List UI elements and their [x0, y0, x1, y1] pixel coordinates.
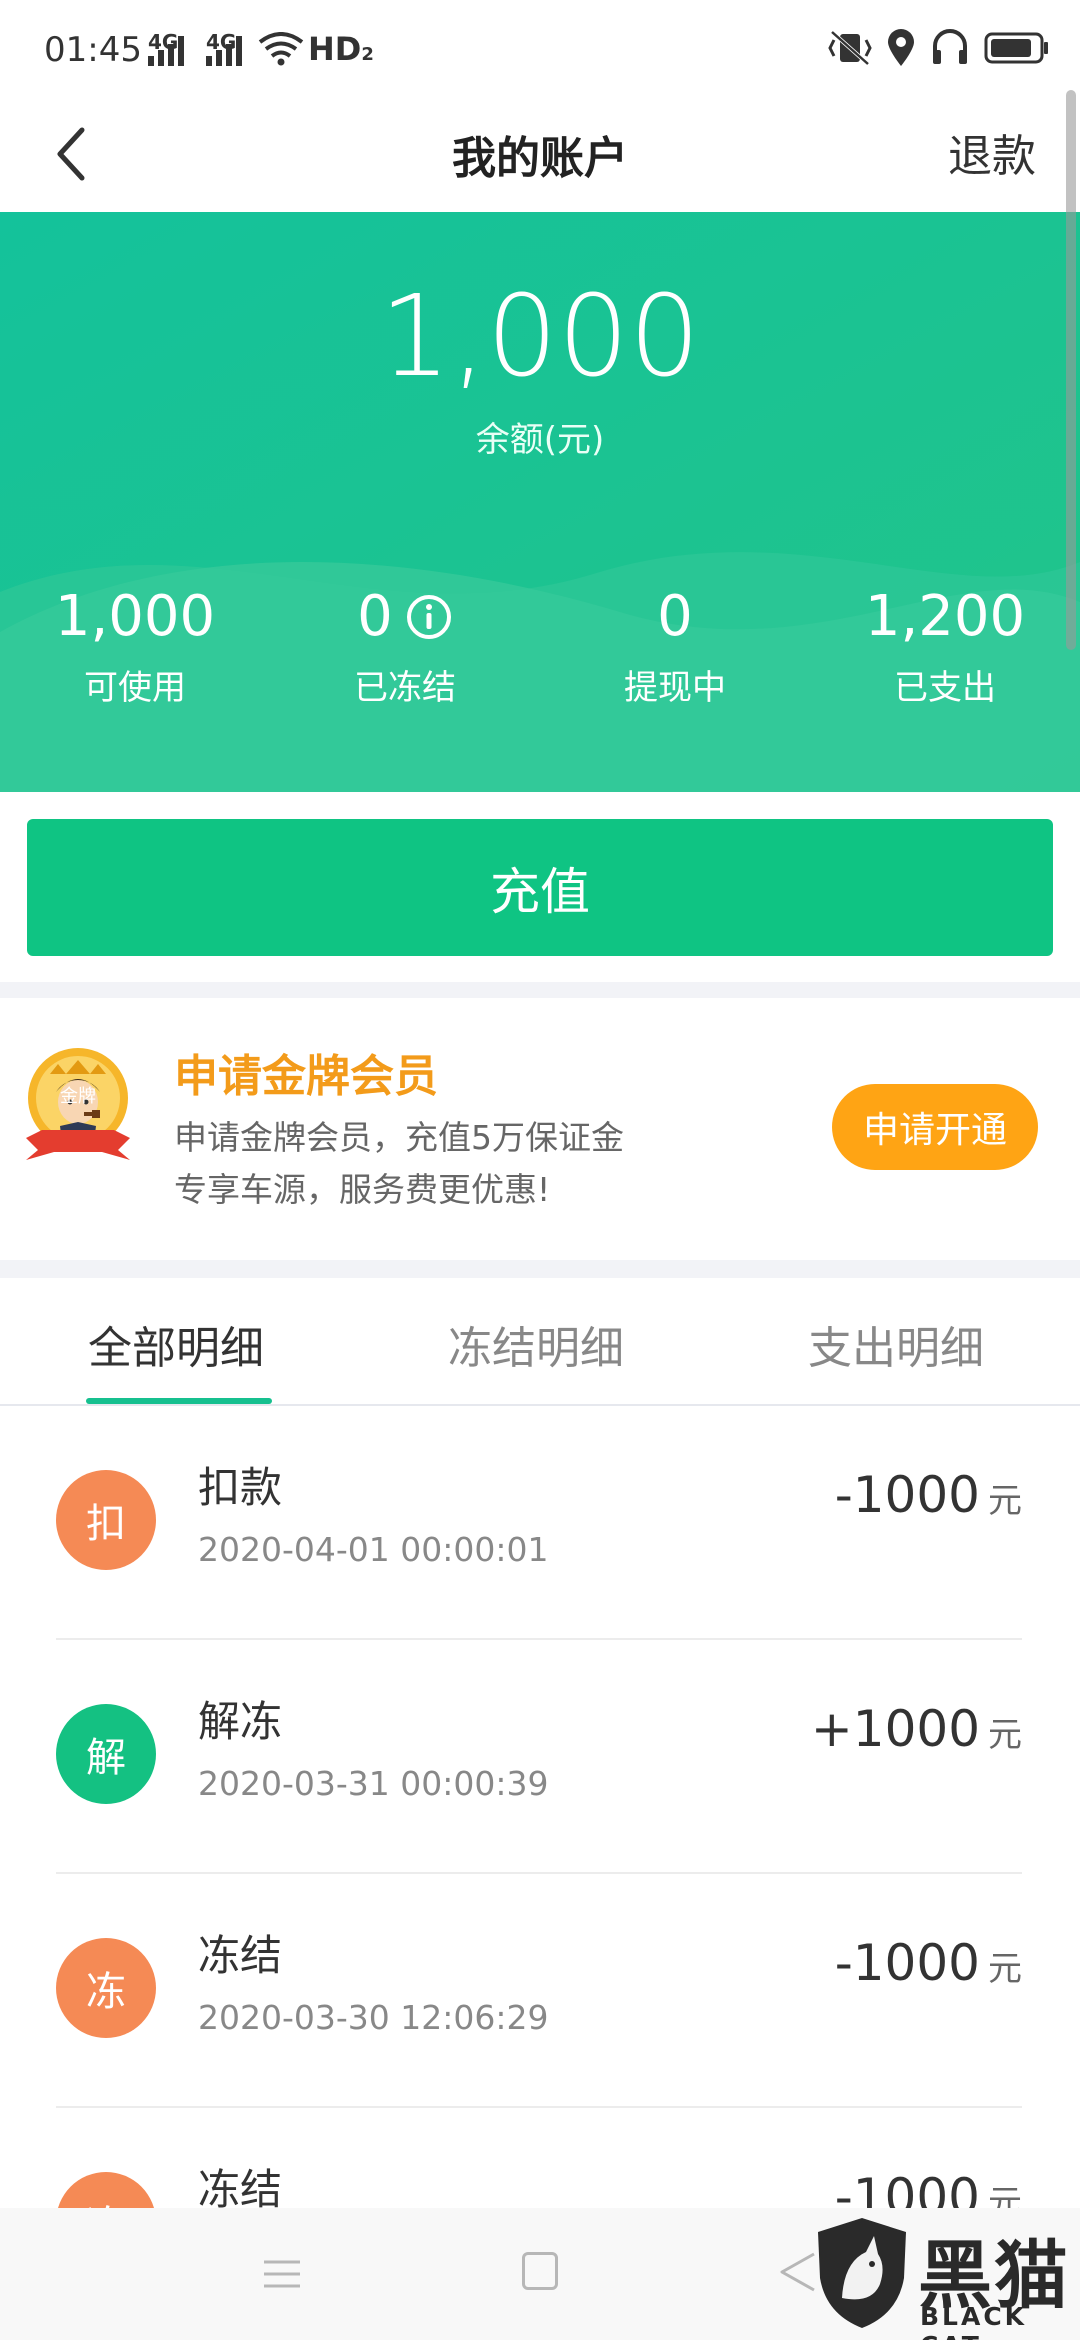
detail-tabs: 全部明细 冻结明细 支出明细: [0, 1278, 1080, 1406]
record-title: 冻结: [198, 1931, 283, 1980]
stat-spent-label: 已支出: [894, 668, 996, 708]
signal-icon-2: [206, 36, 242, 66]
scrollbar[interactable]: [1066, 90, 1076, 650]
list-item[interactable]: 扣 扣款 2020-04-01 00:00:01 -1000 元: [0, 1406, 1080, 1640]
gold-member-badge-icon: [26, 1048, 130, 1160]
stat-frozen-label: 已冻结: [354, 668, 456, 708]
headset-icon: [933, 29, 967, 64]
status-bar: 01:45 4G 4G HD2: [0, 0, 1080, 96]
balance-label: 余额(元): [475, 420, 605, 460]
gold-member-card: 金牌 申请金牌会员 申请金牌会员，充值5万保证金 专享车源，服务费更优惠! 申请…: [0, 998, 1080, 1260]
freeze-badge-icon: 冻: [56, 1938, 156, 2038]
app-header: 我的账户 退款: [0, 96, 1080, 212]
stat-withdrawing-label: 提现中: [624, 668, 726, 708]
home-icon[interactable]: [522, 2252, 558, 2290]
tab-frozen-details[interactable]: 冻结明细: [448, 1312, 624, 1376]
menu-icon[interactable]: [262, 2254, 302, 2294]
stat-withdrawing: 0 提现中: [540, 582, 810, 709]
stat-spent: 1,200 已支出: [810, 582, 1080, 709]
list-item[interactable]: 冻 冻结 2020-03-30 12:06:29 -1000 元: [0, 1874, 1080, 2108]
watermark-en: BLACK CAT: [920, 2302, 1028, 2340]
apply-gold-member-button[interactable]: 申请开通: [832, 1084, 1038, 1170]
deduct-badge-icon: 扣: [56, 1470, 156, 1570]
unfreeze-badge-icon: 解: [56, 1704, 156, 1804]
info-icon[interactable]: [405, 593, 453, 641]
vibrate-icon: [828, 30, 872, 66]
battery-icon: [984, 32, 1048, 64]
black-cat-logo-icon: [818, 2218, 906, 2328]
stat-spent-value: 1,200: [864, 584, 1026, 649]
record-amount: +1000 元: [810, 1700, 1022, 1758]
watermark: 黑猫 BLACK CAT: [810, 2210, 1080, 2340]
record-title: 解冻: [198, 1697, 283, 1746]
record-amount: -1000 元: [834, 1466, 1022, 1524]
record-amount: -1000 元: [834, 1934, 1022, 1992]
stat-frozen[interactable]: 0 已冻结: [270, 582, 540, 709]
recharge-button[interactable]: 充值: [27, 819, 1053, 956]
tab-all-details[interactable]: 全部明细: [88, 1312, 264, 1376]
tab-spending-details[interactable]: 支出明细: [808, 1312, 984, 1376]
record-time: 2020-03-31 00:00:39: [198, 1764, 549, 1803]
status-right-icons: [828, 28, 1050, 68]
record-title: 扣款: [198, 1463, 283, 1512]
stat-frozen-value: 0: [357, 584, 393, 649]
balance-card: 1,000 余额(元) 1,000 可使用 0 已冻结 0 提现中 1,200 …: [0, 212, 1080, 792]
stat-available-label: 可使用: [84, 668, 186, 708]
list-item[interactable]: 解 解冻 2020-03-31 00:00:39 +1000 元: [0, 1640, 1080, 1874]
record-time: 2020-03-30 12:06:29: [198, 1998, 549, 2037]
wifi-icon: [258, 32, 304, 66]
gold-badge-text: 金牌: [60, 1086, 96, 1107]
record-time: 2020-04-01 00:00:01: [198, 1530, 549, 1569]
location-icon: [888, 29, 914, 66]
refund-button[interactable]: 退款: [948, 120, 1036, 184]
stat-available: 1,000 可使用: [0, 582, 270, 709]
page-title: 我的账户: [452, 133, 628, 184]
balance-amount: 1,000: [379, 272, 701, 402]
gold-member-description: 申请金牌会员，充值5万保证金 专享车源，服务费更优惠!: [174, 1118, 624, 1209]
stat-withdrawing-value: 0: [657, 584, 693, 649]
section-divider: [0, 982, 1080, 998]
signal-icon-1: [148, 36, 184, 66]
gold-member-title: 申请金牌会员: [174, 1051, 438, 1102]
stat-available-value: 1,000: [54, 584, 216, 649]
active-tab-indicator: [86, 1398, 272, 1404]
status-time: 01:45: [44, 30, 142, 70]
section-divider: [0, 1260, 1080, 1278]
hd-indicator: HD2: [308, 30, 374, 68]
